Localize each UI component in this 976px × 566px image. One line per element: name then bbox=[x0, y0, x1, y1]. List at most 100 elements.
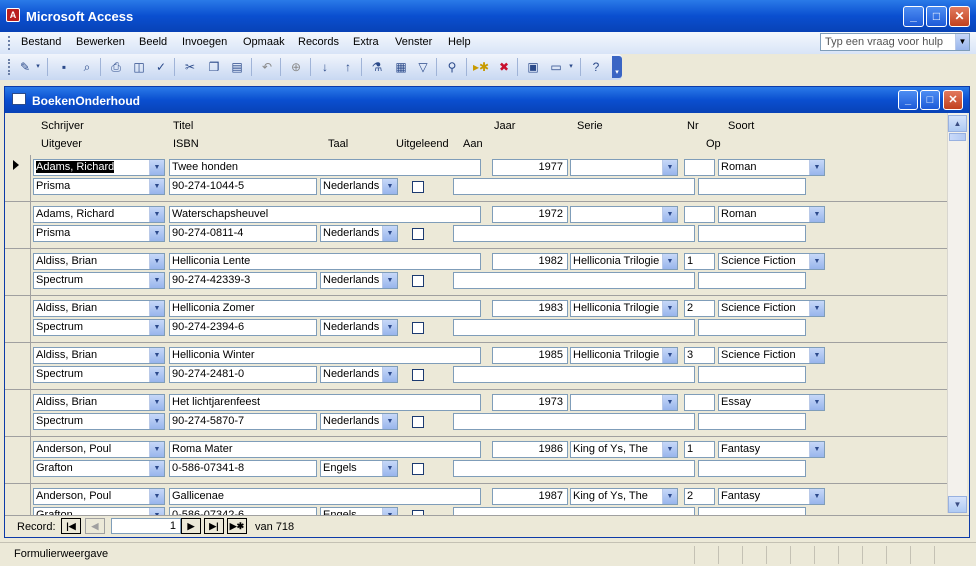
schrijver-combo[interactable]: Aldiss, Brian ▼ bbox=[33, 300, 165, 317]
taal-combo[interactable]: Nederlands ▼ bbox=[320, 178, 398, 195]
cut-icon[interactable]: ✂ bbox=[181, 58, 199, 76]
op-field[interactable] bbox=[698, 366, 806, 383]
menu-opmaak[interactable]: Opmaak bbox=[243, 36, 285, 48]
jaar-field[interactable]: 1973 bbox=[492, 394, 568, 411]
serie-combo[interactable]: Helliconia Trilogie ▼ bbox=[570, 300, 678, 317]
first-record-button[interactable]: |◀ bbox=[61, 518, 81, 534]
taal-combo[interactable]: Nederlands ▼ bbox=[320, 225, 398, 242]
isbn-field[interactable]: 90-274-5870-7 bbox=[169, 413, 317, 430]
print-preview-icon[interactable]: ◫ bbox=[130, 58, 148, 76]
titel-field[interactable]: Waterschapsheuvel bbox=[169, 206, 481, 223]
op-field[interactable] bbox=[698, 460, 806, 477]
aan-field[interactable] bbox=[453, 225, 695, 242]
aan-field[interactable] bbox=[453, 319, 695, 336]
toolbar-grip[interactable] bbox=[8, 59, 11, 75]
taal-combo[interactable]: Nederlands ▼ bbox=[320, 366, 398, 383]
jaar-field[interactable]: 1983 bbox=[492, 300, 568, 317]
op-field[interactable] bbox=[698, 225, 806, 242]
titel-field[interactable]: Helliconia Lente bbox=[169, 253, 481, 270]
chevron-down-icon[interactable]: ▼ bbox=[149, 348, 164, 363]
soort-combo[interactable]: Science Fiction ▼ bbox=[718, 300, 825, 317]
insert-hyperlink-icon[interactable]: ⊕ bbox=[287, 58, 305, 76]
filter-by-selection-icon[interactable]: ⚗ bbox=[368, 58, 386, 76]
close-button[interactable]: ✕ bbox=[949, 6, 970, 27]
titel-field[interactable]: Gallicenae bbox=[169, 488, 481, 505]
schrijver-combo[interactable]: Aldiss, Brian ▼ bbox=[33, 253, 165, 270]
chevron-down-icon[interactable]: ▼ bbox=[382, 367, 397, 382]
nr-field[interactable]: 2 bbox=[684, 300, 715, 317]
undo-icon[interactable]: ↶ bbox=[258, 58, 276, 76]
maximize-button[interactable]: □ bbox=[926, 6, 947, 27]
chevron-down-icon[interactable]: ▼ bbox=[382, 179, 397, 194]
chevron-down-icon[interactable]: ▼ bbox=[149, 226, 164, 241]
op-field[interactable] bbox=[698, 413, 806, 430]
uitgever-combo[interactable]: Spectrum ▼ bbox=[33, 413, 165, 430]
paste-icon[interactable]: ▤ bbox=[228, 58, 246, 76]
uitgever-combo[interactable]: Spectrum ▼ bbox=[33, 319, 165, 336]
chevron-down-icon[interactable]: ▼ bbox=[809, 395, 824, 410]
database-window-icon[interactable]: ▣ bbox=[524, 58, 542, 76]
soort-combo[interactable]: Fantasy ▼ bbox=[718, 488, 825, 505]
isbn-field[interactable]: 90-274-2481-0 bbox=[169, 366, 317, 383]
toolbar-options-icon[interactable]: ▾ bbox=[612, 56, 622, 78]
new-object-icon[interactable]: ▭ bbox=[547, 58, 565, 76]
op-field[interactable] bbox=[698, 178, 806, 195]
chevron-down-icon[interactable]: ▼ bbox=[149, 461, 164, 476]
record-selector[interactable] bbox=[5, 155, 31, 201]
serie-combo[interactable]: ▼ bbox=[570, 394, 678, 411]
record-selector[interactable] bbox=[5, 390, 31, 436]
op-field[interactable] bbox=[698, 319, 806, 336]
schrijver-combo[interactable]: Anderson, Poul ▼ bbox=[33, 488, 165, 505]
schrijver-combo[interactable]: Adams, Richard ▼ bbox=[33, 159, 165, 176]
jaar-field[interactable]: 1982 bbox=[492, 253, 568, 270]
chevron-down-icon[interactable]: ▼ bbox=[662, 442, 677, 457]
help-icon[interactable]: ? bbox=[587, 58, 605, 76]
record-selector[interactable] bbox=[5, 484, 31, 517]
chevron-down-icon[interactable]: ▼ bbox=[149, 395, 164, 410]
menu-records[interactable]: Records bbox=[298, 36, 339, 48]
isbn-field[interactable]: 90-274-42339-3 bbox=[169, 272, 317, 289]
jaar-field[interactable]: 1986 bbox=[492, 441, 568, 458]
new-record-icon[interactable]: ▸✱ bbox=[472, 58, 490, 76]
uitgever-combo[interactable]: Prisma ▼ bbox=[33, 178, 165, 195]
taal-combo[interactable]: Nederlands ▼ bbox=[320, 413, 398, 430]
chevron-down-icon[interactable]: ▼ bbox=[382, 414, 397, 429]
find-icon[interactable]: ⚲ bbox=[443, 58, 461, 76]
record-selector[interactable] bbox=[5, 249, 31, 295]
chevron-down-icon[interactable]: ▼ bbox=[809, 348, 824, 363]
chevron-down-icon[interactable]: ▼ bbox=[809, 207, 824, 222]
taal-combo[interactable]: Nederlands ▼ bbox=[320, 272, 398, 289]
jaar-field[interactable]: 1987 bbox=[492, 488, 568, 505]
schrijver-combo[interactable]: Aldiss, Brian ▼ bbox=[33, 394, 165, 411]
menu-help[interactable]: Help bbox=[448, 36, 471, 48]
uitgever-combo[interactable]: Prisma ▼ bbox=[33, 225, 165, 242]
minimize-button[interactable]: _ bbox=[903, 6, 924, 27]
uitgever-combo[interactable]: Spectrum ▼ bbox=[33, 366, 165, 383]
print-icon[interactable]: ⎙ bbox=[107, 58, 125, 76]
aan-field[interactable] bbox=[453, 460, 695, 477]
delete-record-icon[interactable]: ✖ bbox=[495, 58, 513, 76]
chevron-down-icon[interactable]: ▼ bbox=[662, 395, 677, 410]
chevron-down-icon[interactable]: ▼ bbox=[149, 179, 164, 194]
titel-field[interactable]: Roma Mater bbox=[169, 441, 481, 458]
nr-field[interactable]: 3 bbox=[684, 347, 715, 364]
menu-beeld[interactable]: Beeld bbox=[139, 36, 167, 48]
sort-ascending-icon[interactable]: ↓ bbox=[316, 58, 334, 76]
menu-extra[interactable]: Extra bbox=[353, 36, 379, 48]
schrijver-combo[interactable]: Adams, Richard ▼ bbox=[33, 206, 165, 223]
save-icon[interactable]: ▪ bbox=[55, 58, 73, 76]
aan-field[interactable] bbox=[453, 178, 695, 195]
nr-field[interactable]: 2 bbox=[684, 488, 715, 505]
menu-bestand[interactable]: Bestand bbox=[21, 36, 61, 48]
chevron-down-icon[interactable]: ▼ bbox=[149, 207, 164, 222]
titel-field[interactable]: Helliconia Zomer bbox=[169, 300, 481, 317]
soort-combo[interactable]: Science Fiction ▼ bbox=[718, 347, 825, 364]
search-file-icon[interactable]: ⌕ bbox=[78, 58, 96, 76]
chevron-down-icon[interactable]: ▼ bbox=[662, 348, 677, 363]
uitgeleend-checkbox[interactable] bbox=[412, 369, 424, 381]
uitgeleend-checkbox[interactable] bbox=[412, 275, 424, 287]
uitgeleend-checkbox[interactable] bbox=[412, 322, 424, 334]
op-field[interactable] bbox=[698, 272, 806, 289]
help-question-input[interactable]: Typ een vraag voor hulp ▼ bbox=[820, 33, 970, 51]
chevron-down-icon[interactable]: ▼ bbox=[809, 489, 824, 504]
